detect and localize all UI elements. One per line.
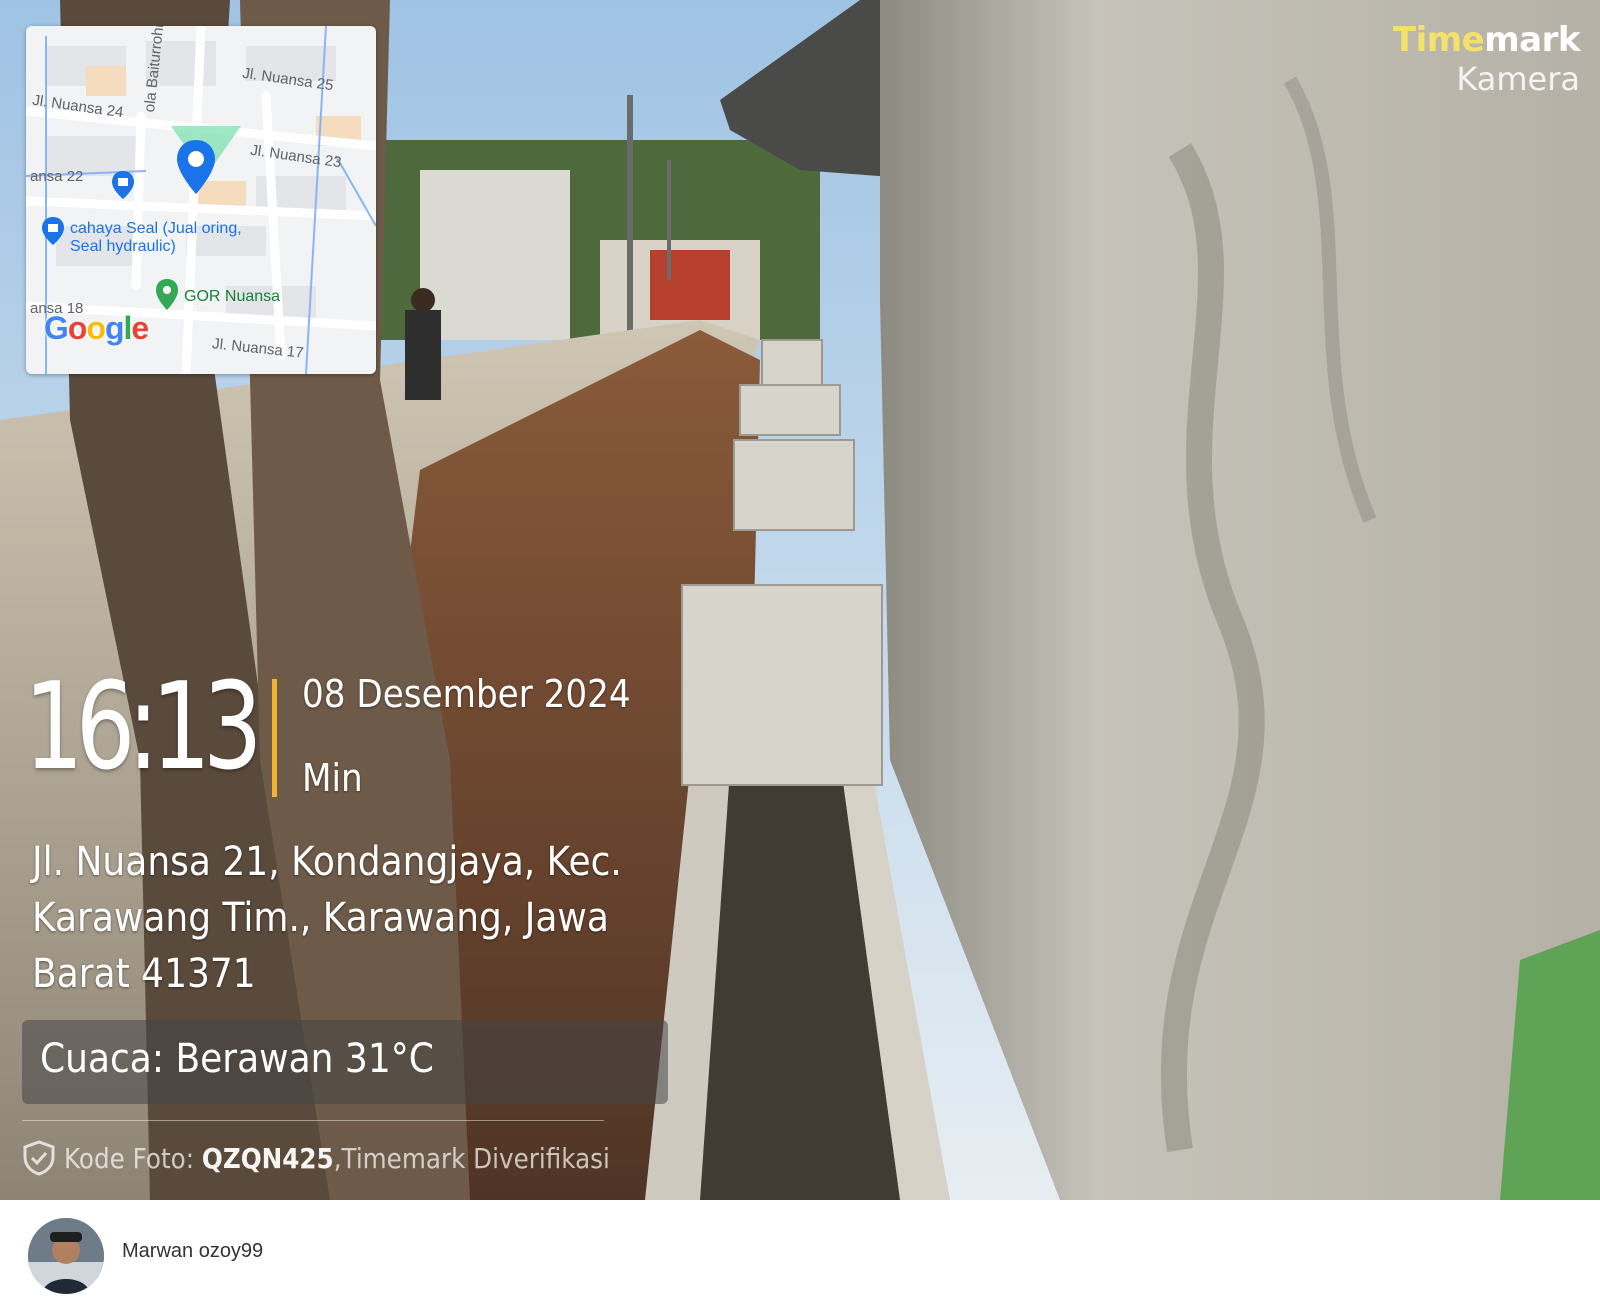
timestamp-time: 16:13 xyxy=(24,658,263,797)
google-logo-letter: e xyxy=(131,310,149,346)
brand-title: Timemark xyxy=(1392,20,1581,60)
map-poi-gor-nuansa[interactable]: GOR Nuansa xyxy=(184,288,280,306)
author-name[interactable]: Marwan ozoy99 xyxy=(122,1240,263,1263)
map-street-label: ansa 22 xyxy=(30,168,84,185)
google-logo-letter: g xyxy=(104,310,125,346)
google-logo: Google xyxy=(44,310,149,347)
post-footer: Marwan ozoy99 xyxy=(0,1200,1600,1306)
google-logo-letter: G xyxy=(44,310,69,346)
photo-code-label: Kode Foto: xyxy=(64,1141,202,1175)
time-accent-bar xyxy=(272,679,277,797)
brand-title-part2: mark xyxy=(1484,20,1580,60)
photo-verification: Kode Foto: QZQN425,Timemark Diverifikasi xyxy=(22,1140,684,1176)
map-poi-cahaya-seal[interactable]: cahaya Seal (Jual oring, Seal hydraulic) xyxy=(70,220,260,256)
place-pin-icon xyxy=(156,279,178,310)
timestamp-date: 08 Desember 2024 xyxy=(302,672,631,716)
shop-pin-icon xyxy=(42,217,64,245)
verification-text: Kode Foto: QZQN425,Timemark Diverifikasi xyxy=(64,1142,610,1175)
weather-text: Cuaca: Berawan 31°C xyxy=(40,1036,434,1082)
brand-title-part1: Time xyxy=(1392,20,1485,60)
camera-photo: Jl. Nuansa 25 Jl. Nuansa 24 Jl. Nuansa 2… xyxy=(0,0,1600,1200)
map-thumbnail[interactable]: Jl. Nuansa 25 Jl. Nuansa 24 Jl. Nuansa 2… xyxy=(26,26,376,374)
verified-label: ,Timemark Diverifikasi xyxy=(333,1141,610,1175)
google-logo-letter: o xyxy=(86,310,106,346)
map-pin-icon xyxy=(177,140,215,194)
brand-subtitle: Kamera xyxy=(1456,60,1580,98)
timemark-brand: Timemark Kamera xyxy=(1392,20,1581,98)
location-address: Jl. Nuansa 21, Kondangjaya, Kec. Karawan… xyxy=(32,839,622,997)
divider xyxy=(22,1120,604,1121)
shop-pin-icon xyxy=(112,171,134,199)
shield-check-icon xyxy=(23,1140,55,1176)
timestamp-day: Min xyxy=(302,756,363,800)
photo-code: QZQN425 xyxy=(201,1141,334,1175)
avatar-image xyxy=(28,1218,104,1294)
google-logo-letter: o xyxy=(67,310,88,346)
avatar[interactable] xyxy=(28,1218,104,1294)
